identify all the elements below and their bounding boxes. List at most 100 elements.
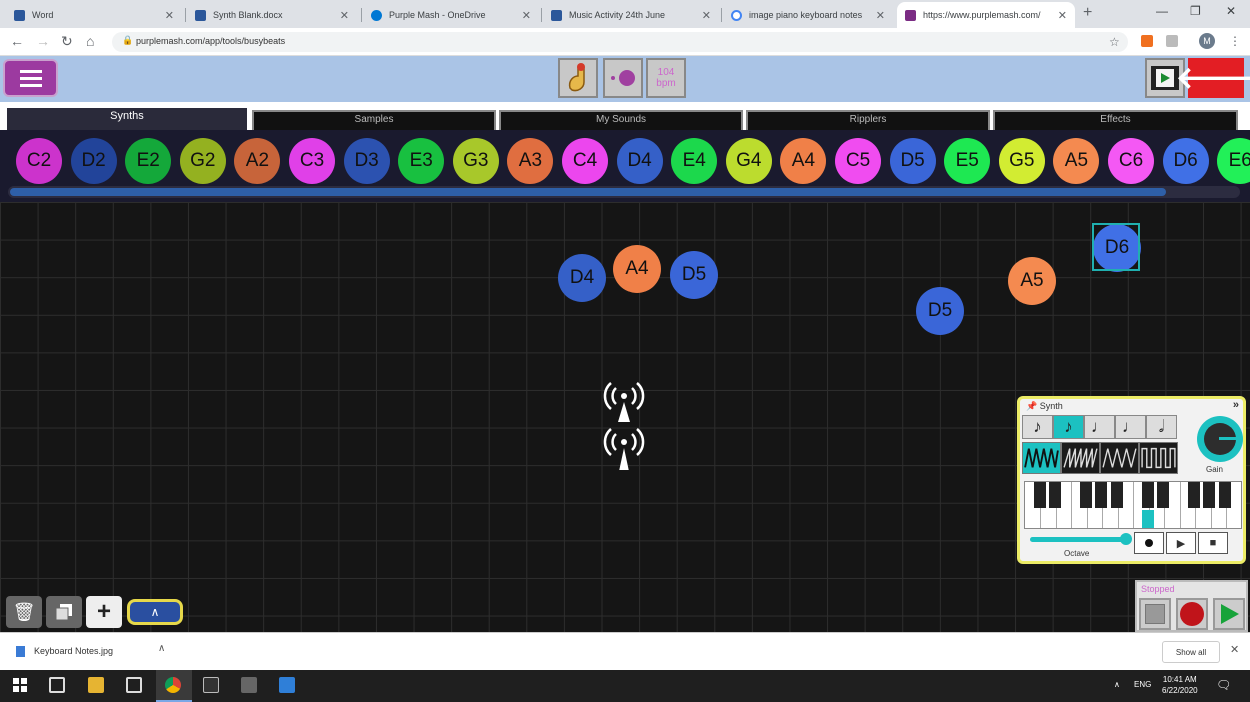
note-length-button[interactable]: 𝅗𝅥: [1146, 415, 1177, 439]
windows-start-icon[interactable]: [12, 677, 28, 693]
sawtooth-wave-button[interactable]: [1061, 442, 1100, 474]
stop-button[interactable]: [1139, 598, 1171, 630]
record-small-button[interactable]: [1134, 532, 1164, 554]
note-length-button[interactable]: ♩: [1084, 415, 1115, 439]
palette-note-g5[interactable]: G5: [998, 138, 1045, 184]
palette-note-g4[interactable]: G4: [725, 138, 772, 184]
octave-slider-handle[interactable]: [1120, 533, 1132, 545]
sine-wave-button[interactable]: [1022, 442, 1061, 474]
palette-note-d5[interactable]: D5: [889, 138, 936, 184]
placed-note-d4[interactable]: D4: [558, 254, 606, 302]
palette-note-d4[interactable]: D4: [616, 138, 663, 184]
close-tab-icon[interactable]: ✕: [340, 9, 349, 22]
rippler-icon[interactable]: [601, 424, 647, 470]
browser-tab[interactable]: Purple Mash - OneDrive ✕: [363, 2, 539, 28]
palette-note-c4[interactable]: C4: [562, 138, 608, 184]
show-all-button[interactable]: Show all: [1162, 641, 1220, 663]
square-wave-button[interactable]: [1139, 442, 1178, 474]
browser-tab-active[interactable]: https://www.purplemash.com/ ✕: [897, 2, 1075, 28]
octave-slider[interactable]: [1030, 537, 1126, 542]
close-tab-icon[interactable]: ✕: [522, 9, 531, 22]
back-button[interactable]: 🡐: [1176, 58, 1250, 98]
placed-note-a5[interactable]: A5: [1008, 257, 1056, 305]
placed-note-a4[interactable]: A4: [613, 245, 661, 293]
palette-note-c5[interactable]: C5: [835, 138, 881, 184]
app-window-icon[interactable]: [241, 677, 257, 693]
play-button[interactable]: [1213, 598, 1245, 630]
palette-note-a4[interactable]: A4: [780, 138, 827, 184]
gain-knob[interactable]: [1197, 416, 1243, 462]
close-tab-icon[interactable]: ✕: [876, 9, 885, 22]
forward-arrow-icon[interactable]: →: [36, 33, 50, 49]
palette-note-c6[interactable]: C6: [1108, 138, 1154, 184]
placed-note-d5[interactable]: D5: [916, 287, 964, 335]
file-explorer-icon[interactable]: [88, 677, 104, 693]
palette-note-e3[interactable]: E3: [398, 138, 445, 184]
palette-note-c2[interactable]: C2: [16, 138, 62, 184]
palette-note-d3[interactable]: D3: [343, 138, 390, 184]
piano-keyboard[interactable]: [1024, 481, 1242, 529]
address-bar[interactable]: 🔒 purplemash.com/app/tools/busybeats: [112, 32, 1128, 52]
add-button[interactable]: +: [86, 596, 122, 628]
close-tab-icon[interactable]: ✕: [165, 9, 174, 22]
palette-note-d2[interactable]: D2: [70, 138, 117, 184]
profile-avatar[interactable]: M: [1199, 33, 1215, 49]
browser-menu-icon[interactable]: ⋮: [1229, 34, 1241, 48]
browser-tab[interactable]: Music Activity 24th June ✕: [543, 2, 719, 28]
notification-icon[interactable]: 🗨: [1216, 678, 1231, 692]
photos-icon[interactable]: [279, 677, 295, 693]
clock[interactable]: 10:41 AM 6/22/2020: [1162, 674, 1198, 696]
record-button[interactable]: [1176, 598, 1208, 630]
note-length-button[interactable]: ♩: [1115, 415, 1146, 439]
extension-icon[interactable]: [1166, 35, 1178, 47]
browser-tab[interactable]: Word ✕: [6, 2, 182, 28]
triangle-wave-button[interactable]: [1100, 442, 1139, 474]
menu-button[interactable]: [3, 59, 58, 97]
back-arrow-icon[interactable]: ←: [10, 33, 24, 49]
palette-note-a5[interactable]: A5: [1053, 138, 1100, 184]
close-window-button[interactable]: ✕: [1226, 4, 1236, 18]
browser-tab[interactable]: image piano keyboard notes ✕: [723, 2, 893, 28]
palette-note-a3[interactable]: A3: [507, 138, 554, 184]
media-player-icon[interactable]: [126, 677, 142, 693]
delete-button[interactable]: 🗑: [6, 596, 42, 628]
bookmark-star-icon[interactable]: ☆: [1109, 35, 1120, 49]
palette-note-c3[interactable]: C3: [289, 138, 335, 184]
download-item[interactable]: Keyboard Notes.jpg: [16, 646, 113, 658]
chevron-up-icon[interactable]: ∧: [158, 643, 165, 654]
scrollbar-thumb[interactable]: [10, 188, 1166, 196]
close-tab-icon[interactable]: ✕: [702, 9, 711, 22]
note-length-button[interactable]: ♪: [1053, 415, 1084, 439]
extension-icon[interactable]: [1141, 35, 1153, 47]
reload-icon[interactable]: ↻: [61, 33, 73, 50]
language-indicator[interactable]: ENG: [1134, 680, 1151, 689]
stop-small-button[interactable]: ■: [1198, 532, 1228, 554]
duplicate-button[interactable]: [46, 596, 82, 628]
note-length-button[interactable]: ♪: [1022, 415, 1053, 439]
close-shelf-icon[interactable]: ✕: [1230, 643, 1239, 656]
palette-note-e5[interactable]: E5: [944, 138, 991, 184]
minimize-button[interactable]: —: [1156, 4, 1168, 18]
rippler-icon[interactable]: [601, 378, 647, 424]
pin-icon[interactable]: 📌: [1026, 401, 1037, 411]
tab-ripplers[interactable]: Ripplers: [746, 110, 990, 132]
maximize-button[interactable]: ❐: [1190, 4, 1201, 18]
metronome-toggle-button[interactable]: [603, 58, 643, 98]
tab-my-sounds[interactable]: My Sounds: [499, 110, 743, 132]
palette-scrollbar[interactable]: [8, 186, 1240, 198]
tempo-button[interactable]: 104 bpm: [646, 58, 686, 98]
tab-effects[interactable]: Effects: [993, 110, 1238, 132]
home-icon[interactable]: ⌂: [86, 33, 94, 49]
palette-note-e2[interactable]: E2: [125, 138, 172, 184]
close-tab-icon[interactable]: ✕: [1058, 9, 1067, 22]
new-tab-button[interactable]: +: [1083, 4, 1092, 22]
palette-note-a2[interactable]: A2: [234, 138, 281, 184]
browser-tab[interactable]: Synth Blank.docx ✕: [187, 2, 357, 28]
expand-up-button[interactable]: ∧: [127, 599, 183, 625]
placed-note-d5[interactable]: D5: [670, 251, 718, 299]
palette-note-d6[interactable]: D6: [1162, 138, 1209, 184]
play-small-button[interactable]: ▶: [1166, 532, 1196, 554]
palette-note-e6[interactable]: E6: [1217, 138, 1250, 184]
app-window-icon[interactable]: [203, 677, 219, 693]
instrument-button[interactable]: [558, 58, 598, 98]
